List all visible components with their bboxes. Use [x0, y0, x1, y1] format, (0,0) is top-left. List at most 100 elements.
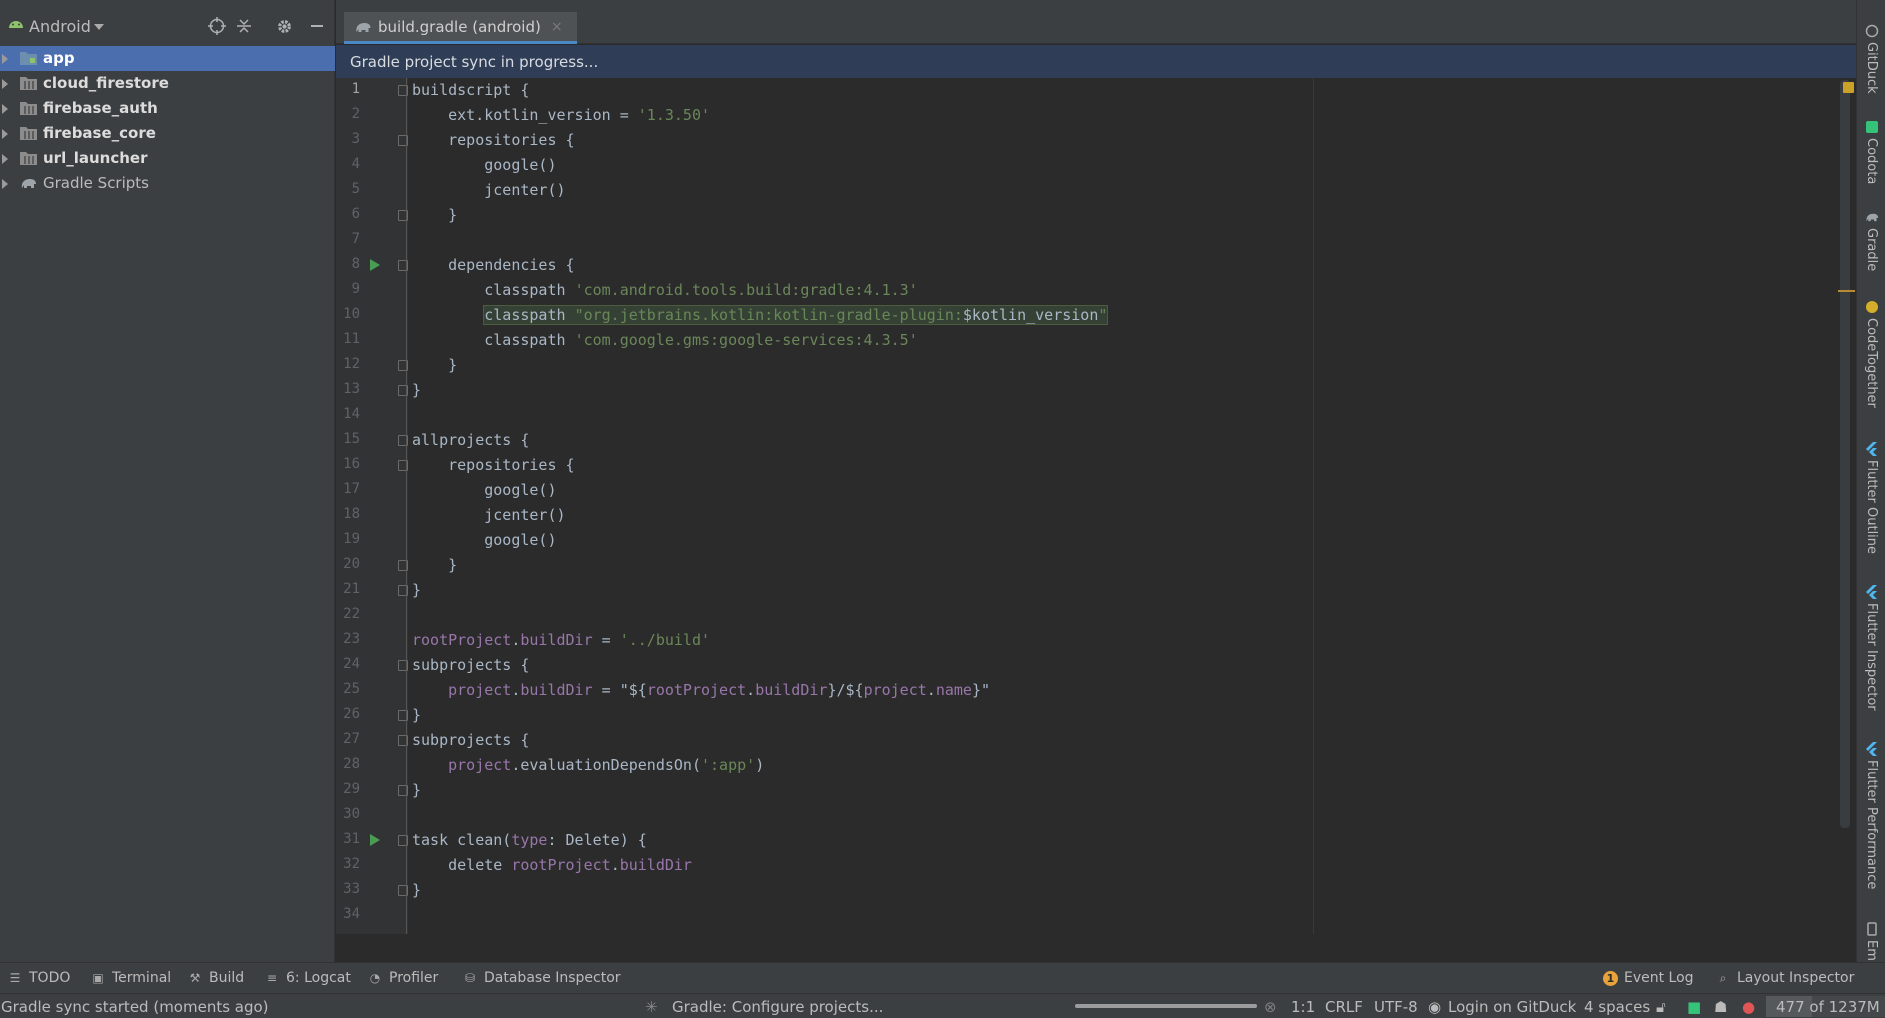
code-line[interactable]: 14	[336, 403, 1856, 428]
tree-item-firebase-auth[interactable]: firebase_auth	[0, 96, 335, 121]
code-line[interactable]: 8 dependencies {	[336, 253, 1856, 278]
code-text: classpath "org.jetbrains.kotlin:kotlin-g…	[483, 305, 1109, 325]
code-line[interactable]: 31 task clean(type: Delete) {	[336, 828, 1856, 853]
expand-arrow-icon[interactable]	[2, 154, 8, 164]
status-message[interactable]: Gradle sync started (moments ago)	[1, 998, 269, 1016]
tree-item-label: Gradle Scripts	[43, 174, 149, 192]
collapse-all-icon[interactable]	[234, 16, 254, 36]
close-icon[interactable]: ×	[551, 19, 563, 35]
run-icon[interactable]	[370, 834, 380, 846]
expand-arrow-icon[interactable]	[2, 179, 8, 189]
tool-todo[interactable]: ☰ TODO	[7, 970, 71, 986]
codota-status-icon[interactable]: ■	[1687, 998, 1701, 1016]
inspector-icon[interactable]: ☗	[1714, 998, 1727, 1016]
tab-build-gradle[interactable]: build.gradle (android) ×	[344, 12, 577, 44]
code-line[interactable]: 29}	[336, 778, 1856, 803]
tool-label: TODO	[29, 970, 71, 986]
code-line[interactable]: 19 google()	[336, 528, 1856, 553]
tool-window-flutter-performance[interactable]: Flutter Performance	[1857, 742, 1885, 889]
code-line[interactable]: 13}	[336, 378, 1856, 403]
tree-item-app[interactable]: app	[0, 46, 335, 71]
tool-window-gitduck[interactable]: GitDuck	[1857, 24, 1885, 94]
code-line[interactable]: 20 }	[336, 553, 1856, 578]
indent-setting[interactable]: 4 spaces	[1584, 998, 1650, 1016]
code-line[interactable]: 27 subprojects {	[336, 728, 1856, 753]
code-line[interactable]: 12 }	[336, 353, 1856, 378]
gauge-icon: ◔	[369, 971, 381, 985]
code-line[interactable]: 32 delete rootProject.buildDir	[336, 853, 1856, 878]
line-number: 5	[351, 181, 360, 197]
tool-window-codetogether[interactable]: CodeTogether	[1857, 300, 1885, 408]
expand-arrow-icon[interactable]	[2, 104, 8, 114]
tool-window-flutter-outline[interactable]: Flutter Outline	[1857, 442, 1885, 554]
cancel-task-icon[interactable]: ⊗	[1264, 998, 1277, 1016]
gitduck-icon	[1865, 24, 1878, 38]
tree-item-url-launcher[interactable]: url_launcher	[0, 146, 335, 171]
tool-window-gradle[interactable]: Gradle	[1857, 210, 1885, 271]
code-line[interactable]: 5 jcenter()	[336, 178, 1856, 203]
code-line[interactable]: 18 jcenter()	[336, 503, 1856, 528]
code-line[interactable]: 6 }	[336, 203, 1856, 228]
caret-position[interactable]: 1:1	[1291, 998, 1315, 1016]
lock-icon[interactable]: 🔓︎	[1656, 998, 1666, 1016]
tool-database-inspector[interactable]: ⛁ Database Inspector	[462, 970, 621, 986]
warning-marker-icon[interactable]	[1843, 82, 1854, 93]
code-line[interactable]: 4 google()	[336, 153, 1856, 178]
gutter-separator	[406, 78, 407, 934]
line-number: 2	[351, 106, 360, 122]
code-line[interactable]: 24 subprojects {	[336, 653, 1856, 678]
code-line[interactable]: 16 repositories {	[336, 453, 1856, 478]
code-line[interactable]: 23 rootProject.buildDir = '../build'	[336, 628, 1856, 653]
code-line[interactable]: 7	[336, 228, 1856, 253]
run-icon[interactable]	[370, 259, 380, 271]
tool-window-flutter-inspector[interactable]: Flutter Inspector	[1857, 585, 1885, 711]
code-line[interactable]: 21}	[336, 578, 1856, 603]
tool-window-emulator[interactable]: Em	[1857, 922, 1885, 961]
tree-item-firebase-core[interactable]: firebase_core	[0, 121, 335, 146]
tool-layout-inspector[interactable]: ⌕ Layout Inspector	[1715, 970, 1855, 986]
expand-arrow-icon[interactable]	[2, 129, 8, 139]
tree-item-gradle-scripts[interactable]: Gradle Scripts	[0, 171, 335, 196]
tool-build[interactable]: ⚒ Build	[187, 970, 245, 986]
code-line[interactable]: 34	[336, 903, 1856, 928]
tool-window-codota[interactable]: Codota	[1857, 120, 1885, 184]
code-line[interactable]: 11 classpath 'com.google.gms:google-serv…	[336, 328, 1856, 353]
tree-item-cloud-firestore[interactable]: cloud_firestore	[0, 71, 335, 96]
code-line[interactable]: 10 classpath "org.jetbrains.kotlin:kotli…	[336, 303, 1856, 328]
expand-arrow-icon[interactable]	[2, 79, 8, 89]
tool-window-label: GitDuck	[1864, 42, 1879, 94]
code-line[interactable]: 3 repositories {	[336, 128, 1856, 153]
locate-icon[interactable]	[207, 16, 227, 36]
expand-arrow-icon[interactable]	[2, 54, 8, 64]
gitduck-login[interactable]: Login on GitDuck	[1448, 998, 1576, 1016]
code-line[interactable]: 9 classpath 'com.android.tools.build:gra…	[336, 278, 1856, 303]
tool-logcat[interactable]: ≡ 6: Logcat	[264, 970, 351, 986]
code-line[interactable]: 1 buildscript {	[336, 78, 1856, 103]
tool-event-log[interactable]: 1 Event Log	[1603, 970, 1694, 986]
tool-profiler[interactable]: ◔ Profiler	[367, 970, 439, 986]
flutter-icon	[1865, 742, 1877, 756]
code-line[interactable]: 2 ext.kotlin_version = '1.3.50'	[336, 103, 1856, 128]
code-line[interactable]: 17 google()	[336, 478, 1856, 503]
tool-terminal[interactable]: ▣ Terminal	[90, 970, 171, 986]
code-text: repositories {	[412, 456, 575, 474]
code-line[interactable]: 15 allprojects {	[336, 428, 1856, 453]
chevron-down-icon[interactable]	[94, 24, 104, 30]
vertical-scrollbar[interactable]	[1840, 80, 1850, 828]
code-line[interactable]: 30	[336, 803, 1856, 828]
code-line[interactable]: 26}	[336, 703, 1856, 728]
error-icon[interactable]: ●	[1742, 998, 1755, 1016]
library-module-icon	[20, 77, 37, 90]
file-encoding[interactable]: UTF-8	[1374, 998, 1418, 1016]
code-line[interactable]: 33}	[336, 878, 1856, 903]
change-marker[interactable]	[1838, 290, 1855, 292]
code-line[interactable]: 28 project.evaluationDependsOn(':app')	[336, 753, 1856, 778]
minimize-icon[interactable]	[307, 16, 327, 36]
background-task[interactable]: Gradle: Configure projects...	[672, 998, 883, 1016]
memory-indicator[interactable]: 477 of 1237M	[1766, 996, 1885, 1017]
line-separator[interactable]: CRLF	[1325, 998, 1363, 1016]
project-view-selector[interactable]: Android	[29, 17, 91, 36]
code-line[interactable]: 25 project.buildDir = "${rootProject.bui…	[336, 678, 1856, 703]
code-line[interactable]: 22	[336, 603, 1856, 628]
gear-icon[interactable]	[274, 16, 294, 36]
